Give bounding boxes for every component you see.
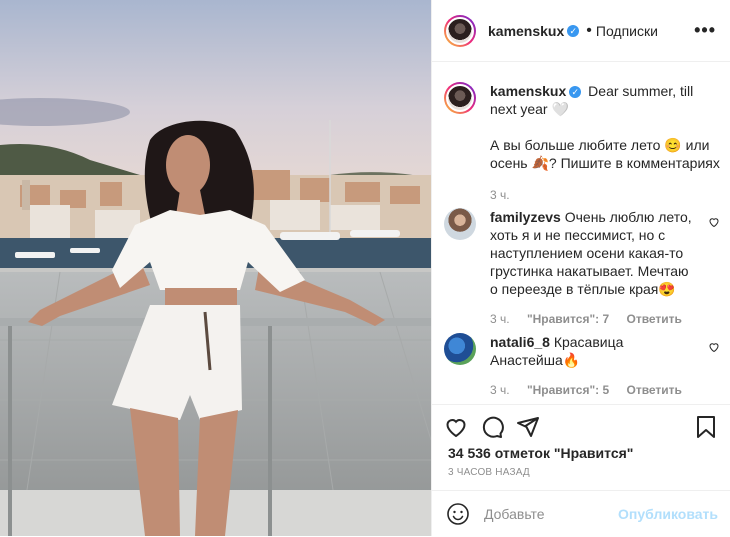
comment-time[interactable]: 3 ч. — [490, 312, 510, 326]
comment-username[interactable]: familyzevs — [490, 209, 561, 225]
save-bookmark-icon[interactable] — [694, 415, 718, 439]
comment-bubble-icon[interactable] — [480, 415, 504, 439]
comment-input[interactable]: Добавьте — [484, 506, 545, 522]
header-separator: • — [586, 21, 592, 39]
comment-avatar[interactable] — [444, 333, 476, 365]
comments-list[interactable]: kamenskux ✓ Dear summer, till next year 🤍… — [432, 62, 730, 404]
comment-item: familyzevs Очень люблю лето, хоть я и не… — [444, 208, 720, 326]
post-time[interactable]: 3 ЧАСОВ НАЗАД — [448, 467, 530, 478]
caption-username[interactable]: kamenskux — [490, 83, 566, 99]
following-button[interactable]: Подписки — [596, 23, 658, 39]
emoji-smiley-icon[interactable] — [446, 502, 470, 526]
caption-avatar[interactable] — [444, 82, 476, 114]
comment-likes[interactable]: "Нравится": 7 — [527, 312, 609, 326]
comment-item: natali6_8 Красавица Анастейша🔥 3 ч. "Нра… — [444, 333, 720, 397]
post-side-panel: kamenskux ✓ • Подписки ••• kamenskux ✓ De… — [431, 0, 730, 536]
caption-time[interactable]: 3 ч. — [490, 186, 720, 204]
add-comment-bar: Добавьте Опубликовать — [432, 490, 730, 537]
reply-button[interactable]: Ответить — [626, 312, 681, 326]
verified-badge-icon: ✓ — [569, 86, 582, 99]
share-paper-plane-icon[interactable] — [516, 415, 540, 439]
post-photo[interactable] — [0, 0, 431, 536]
comment-username[interactable]: natali6_8 — [490, 334, 550, 350]
post-actions: 34 536 отметок "Нравится" 3 ЧАСОВ НАЗАД … — [432, 404, 730, 537]
action-icons — [444, 413, 718, 441]
likes-count[interactable]: 34 536 отметок "Нравится" — [448, 445, 633, 461]
like-heart-icon[interactable] — [444, 415, 468, 439]
more-options-icon[interactable]: ••• — [694, 20, 716, 41]
like-comment-heart-icon[interactable] — [708, 216, 720, 228]
photo-illustration — [0, 0, 431, 536]
author-avatar[interactable] — [444, 14, 476, 47]
comment-likes[interactable]: "Нравится": 5 — [527, 383, 609, 397]
caption: kamenskux ✓ Dear summer, till next year 🤍… — [444, 78, 720, 202]
reply-button[interactable]: Ответить — [626, 383, 681, 397]
comment-time[interactable]: 3 ч. — [490, 383, 510, 397]
verified-badge-icon: ✓ — [567, 24, 580, 37]
comment-avatar[interactable] — [444, 208, 476, 240]
caption-text-line2: А вы больше любите лето 😊 или осень 🍂? П… — [490, 137, 720, 171]
post-view: kamenskux ✓ • Подписки ••• kamenskux ✓ De… — [0, 0, 730, 536]
publish-button[interactable]: Опубликовать — [618, 506, 718, 522]
post-header: kamenskux ✓ • Подписки ••• — [432, 0, 730, 62]
like-comment-heart-icon[interactable] — [708, 341, 720, 353]
author-username[interactable]: kamenskux — [488, 23, 564, 39]
